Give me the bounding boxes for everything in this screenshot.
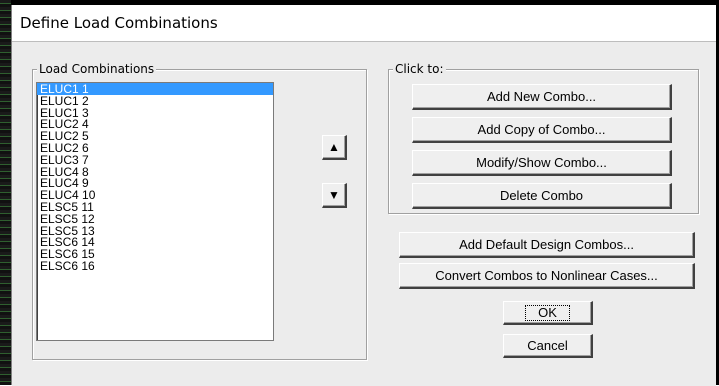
list-item[interactable]: ELUC2 6	[37, 142, 273, 154]
define-load-combinations-dialog: Define Load Combinations Load Combinatio…	[11, 5, 716, 386]
add-copy-of-combo-button[interactable]: Add Copy of Combo...	[412, 117, 672, 143]
delete-combo-button[interactable]: Delete Combo	[412, 183, 672, 209]
move-down-button[interactable]: ▼	[322, 183, 347, 208]
arrow-up-icon: ▲	[328, 140, 340, 154]
convert-combos-button[interactable]: Convert Combos to Nonlinear Cases...	[399, 263, 695, 289]
dialog-title: Define Load Combinations	[20, 14, 218, 32]
arrow-down-icon: ▼	[328, 188, 340, 202]
cancel-button[interactable]: Cancel	[503, 334, 593, 358]
modify-show-combo-button[interactable]: Modify/Show Combo...	[412, 150, 672, 176]
load-combinations-legend: Load Combinations	[37, 62, 157, 76]
ok-button[interactable]: OK	[503, 301, 593, 325]
background-app-strip	[0, 0, 11, 385]
list-item[interactable]: ELSC5 12	[37, 213, 273, 225]
ok-label: OK	[525, 304, 570, 321]
move-up-button[interactable]: ▲	[322, 135, 347, 160]
click-to-legend: Click to:	[393, 62, 446, 76]
list-item[interactable]: ELSC5 11	[37, 201, 273, 213]
add-new-combo-button[interactable]: Add New Combo...	[412, 84, 672, 110]
load-combinations-list[interactable]: ELUC1 1 ELUC1 2 ELUC1 3 ELUC2 4 ELUC2 5 ELUC2…	[36, 82, 274, 341]
list-item[interactable]: ELUC1 2	[37, 95, 273, 107]
list-item[interactable]: ELUC3 7	[37, 154, 273, 166]
list-item[interactable]: ELSC6 16	[37, 260, 273, 272]
add-default-design-combos-button[interactable]: Add Default Design Combos...	[399, 232, 695, 258]
dialog-content: Load Combinations ELUC1 1 ELUC1 2 ELUC1 3E…	[12, 41, 716, 386]
